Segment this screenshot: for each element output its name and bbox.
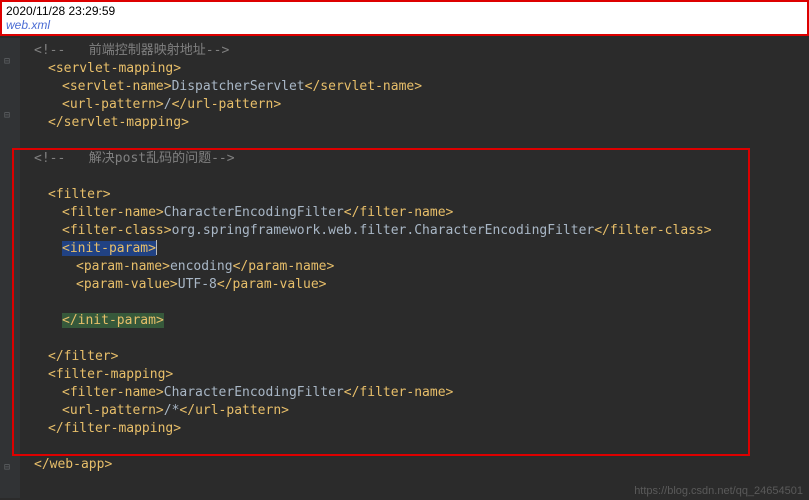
code-line: <servlet-mapping> xyxy=(20,60,809,78)
code-line: <filter> xyxy=(20,186,809,204)
blank-line xyxy=(20,132,809,150)
timestamp: 2020/11/28 23:29:59 xyxy=(6,4,803,18)
code-line: <url-pattern>/*</url-pattern> xyxy=(20,402,809,420)
blank-line xyxy=(20,330,809,348)
code-line: <init-param> xyxy=(20,240,809,258)
comment-line: <!-- 前端控制器映射地址--> xyxy=(34,43,229,58)
code-line: <param-name>encoding</param-name> xyxy=(20,258,809,276)
title-bar: 2020/11/28 23:29:59 web.xml xyxy=(0,0,809,36)
text-cursor xyxy=(156,240,157,255)
code-line: </init-param> xyxy=(20,312,809,330)
fold-icon[interactable]: ⊟ xyxy=(4,110,16,122)
code-line: </web-app> xyxy=(20,456,809,474)
watermark: https://blog.csdn.net/qq_24654501 xyxy=(634,485,803,497)
fold-icon[interactable]: ⊟ xyxy=(4,56,16,68)
blank-line xyxy=(20,294,809,312)
gutter: ⊟ ⊟ ⊟ xyxy=(0,38,20,498)
code-line: <param-value>UTF-8</param-value> xyxy=(20,276,809,294)
code-line: <filter-name>CharacterEncodingFilter</fi… xyxy=(20,384,809,402)
code-line: <url-pattern>/</url-pattern> xyxy=(20,96,809,114)
code-line: </filter> xyxy=(20,348,809,366)
code-line: <filter-mapping> xyxy=(20,366,809,384)
code-line: <filter-name>CharacterEncodingFilter</fi… xyxy=(20,204,809,222)
code-editor[interactable]: <!-- 前端控制器映射地址--> <servlet-mapping> <ser… xyxy=(0,36,809,478)
fold-icon[interactable]: ⊟ xyxy=(4,462,16,474)
comment-line: <!-- 解决post乱码的问题--> xyxy=(34,151,235,166)
blank-line xyxy=(20,168,809,186)
code-line: </servlet-mapping> xyxy=(20,114,809,132)
blank-line xyxy=(20,438,809,456)
filename: web.xml xyxy=(6,18,803,32)
code-line: <servlet-name>DispatcherServlet</servlet… xyxy=(20,78,809,96)
code-line: </filter-mapping> xyxy=(20,420,809,438)
code-line: <filter-class>org.springframework.web.fi… xyxy=(20,222,809,240)
